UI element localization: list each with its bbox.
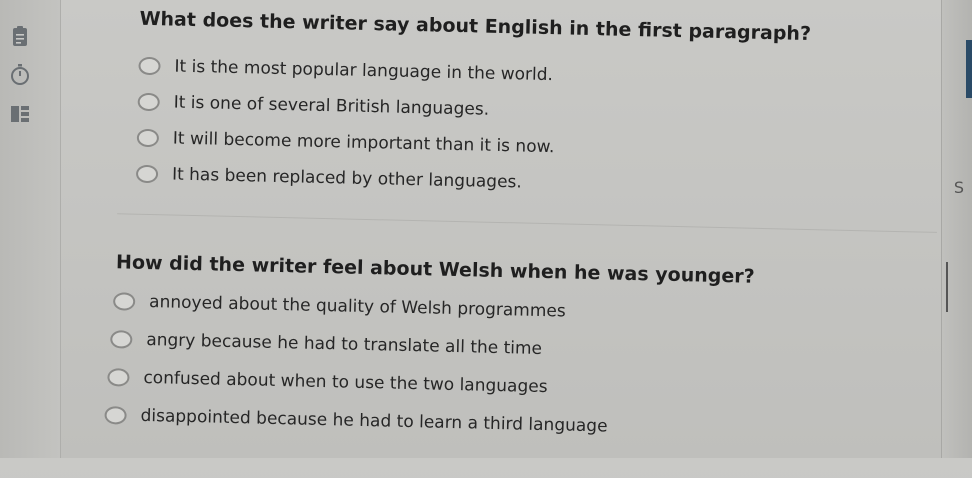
right-accent-bar [966, 40, 972, 98]
q1-option-1[interactable]: It is the most popular language in the w… [138, 56, 553, 85]
right-edge-tick [946, 262, 948, 312]
q1-option-3[interactable]: It will become more important than it is… [136, 128, 555, 158]
radio-button[interactable] [137, 92, 160, 112]
option-label: angry because he had to translate all th… [146, 330, 543, 359]
option-label: confused about when to use the two langu… [143, 367, 548, 398]
q2-option-2[interactable]: angry because he had to translate all th… [110, 329, 542, 359]
radio-button[interactable] [138, 56, 161, 76]
clipboard-icon[interactable] [8, 24, 32, 48]
radio-button[interactable] [104, 406, 127, 425]
q1-option-4[interactable]: It has been replaced by other languages. [135, 164, 523, 193]
radio-button[interactable] [112, 292, 136, 311]
timer-icon[interactable] [8, 62, 32, 86]
radio-button[interactable] [110, 330, 133, 349]
option-label: It will become more important than it is… [172, 128, 555, 158]
sidebar [0, 0, 61, 458]
question-2-text: How did the writer feel about Welsh when… [115, 251, 755, 288]
question-1-text: What does the writer say about English i… [139, 7, 812, 45]
option-label: It has been replaced by other languages. [171, 164, 523, 193]
grid-icon[interactable] [8, 102, 32, 126]
option-label: annoyed about the quality of Welsh progr… [148, 292, 566, 322]
q1-option-2[interactable]: It is one of several British languages. [137, 92, 489, 120]
radio-button[interactable] [107, 368, 130, 387]
option-label: It is one of several British languages. [173, 92, 490, 120]
q2-option-4[interactable]: disappointed because he had to learn a t… [104, 405, 608, 437]
q2-option-3[interactable]: confused about when to use the two langu… [107, 367, 548, 397]
option-label: It is the most popular language in the w… [174, 56, 554, 86]
option-label: disappointed because he had to learn a t… [140, 405, 608, 437]
radio-button[interactable] [136, 128, 160, 148]
right-edge-glyph: S [953, 178, 964, 197]
radio-button[interactable] [135, 164, 159, 184]
question-divider [117, 213, 937, 233]
quiz-content: What does the writer say about English i… [52, 0, 942, 478]
q2-option-1[interactable]: annoyed about the quality of Welsh progr… [112, 291, 566, 322]
